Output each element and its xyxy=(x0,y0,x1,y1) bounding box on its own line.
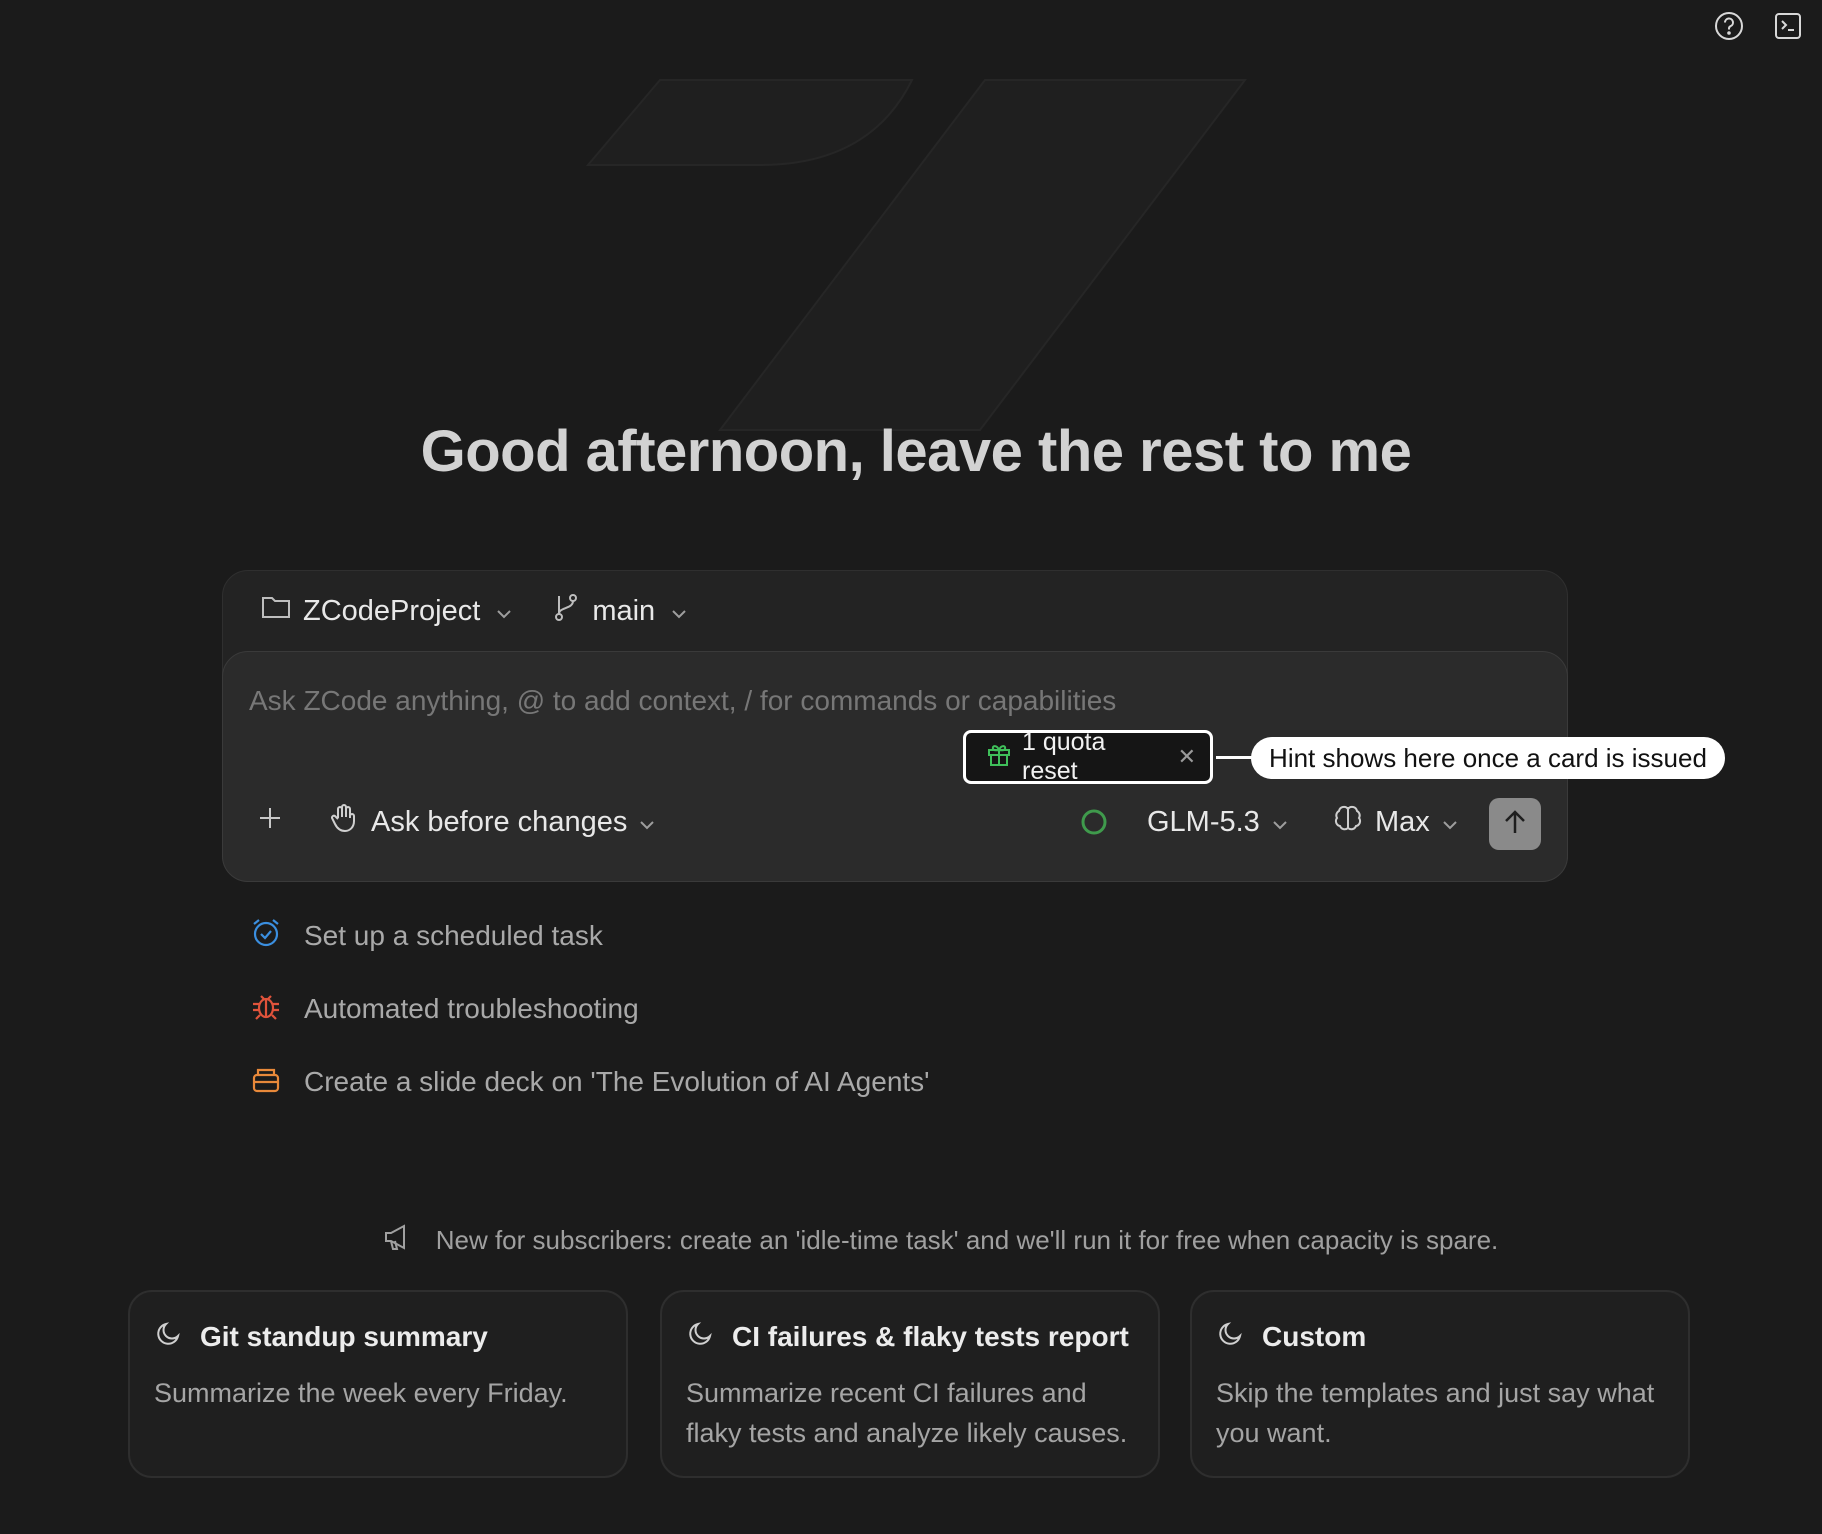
card-description: Summarize the week every Friday. xyxy=(154,1378,568,1408)
card-description: Summarize recent CI failures and flaky t… xyxy=(686,1378,1128,1448)
close-icon[interactable]: ✕ xyxy=(1178,744,1196,770)
template-card-git-standup[interactable]: Git standup summary Summarize the week e… xyxy=(128,1290,628,1478)
chevron-down-icon xyxy=(1272,806,1288,839)
quota-reset-chip[interactable]: 1 quota reset ✕ xyxy=(963,728,1213,785)
card-description: Skip the templates and just say what you… xyxy=(1216,1378,1655,1448)
suggestion-label: Automated troubleshooting xyxy=(304,993,639,1024)
greeting-title: Good afternoon, leave the rest to me xyxy=(420,419,1412,484)
plus-icon xyxy=(257,805,283,839)
suggestion-label: Create a slide deck on 'The Evolution of… xyxy=(304,1066,930,1097)
composer: ZCodeProject main Ask ZCode anything, @ … xyxy=(222,570,1568,882)
composer-header: ZCodeProject main xyxy=(223,571,1567,651)
chevron-down-icon xyxy=(1442,806,1458,839)
gift-icon xyxy=(986,741,1012,774)
alarm-clock-icon xyxy=(250,917,282,956)
mode-selector[interactable]: Ask before changes xyxy=(329,792,655,852)
effort-label: Max xyxy=(1375,805,1430,838)
template-card-custom[interactable]: Custom Skip the templates and just say w… xyxy=(1190,1290,1690,1478)
card-title: Git standup summary xyxy=(200,1320,488,1352)
status-ring-icon xyxy=(1079,792,1109,852)
background-logo xyxy=(585,79,1248,431)
model-label: GLM-5.3 xyxy=(1147,805,1260,838)
template-card-ci-failures[interactable]: CI failures & flaky tests report Summari… xyxy=(660,1290,1160,1478)
branch-name: main xyxy=(592,594,656,627)
suggestion-list: Set up a scheduled task Automated troubl… xyxy=(250,918,930,1137)
prompt-input[interactable] xyxy=(247,680,1351,722)
page: Good afternoon, leave the rest to me ZCo… xyxy=(0,0,1822,1534)
chevron-down-icon xyxy=(639,806,655,839)
terminal-icon[interactable] xyxy=(1770,8,1806,44)
folder-icon xyxy=(261,594,291,628)
chevron-down-icon xyxy=(496,595,512,628)
mode-label: Ask before changes xyxy=(371,805,628,838)
card-title: CI failures & flaky tests report xyxy=(732,1320,1129,1352)
template-cards: Git standup summary Summarize the week e… xyxy=(128,1290,1690,1480)
card-title: Custom xyxy=(1262,1320,1367,1352)
hand-icon xyxy=(329,803,359,841)
project-selector[interactable]: ZCodeProject xyxy=(261,594,512,628)
send-button[interactable] xyxy=(1489,798,1541,850)
slides-icon xyxy=(250,1063,282,1102)
suggestion-scheduled-task[interactable]: Set up a scheduled task xyxy=(250,918,930,954)
brain-icon xyxy=(1333,803,1363,841)
hint-bubble: Hint shows here once a card is issued xyxy=(1251,737,1725,779)
hint-connector xyxy=(1216,756,1252,759)
branch-selector[interactable]: main xyxy=(552,592,687,630)
suggestion-troubleshooting[interactable]: Automated troubleshooting xyxy=(250,991,930,1027)
bug-icon xyxy=(250,990,282,1029)
chevron-down-icon xyxy=(671,595,687,628)
arrow-up-icon xyxy=(1503,809,1527,840)
moon-icon xyxy=(686,1318,716,1355)
announcement-text: New for subscribers: create an 'idle-tim… xyxy=(435,1225,1499,1255)
suggestion-slide-deck[interactable]: Create a slide deck on 'The Evolution of… xyxy=(250,1064,930,1100)
moon-icon xyxy=(154,1318,184,1355)
help-circle-icon[interactable] xyxy=(1711,8,1747,44)
project-name: ZCodeProject xyxy=(303,594,481,627)
megaphone-icon xyxy=(382,1222,414,1259)
git-branch-icon xyxy=(552,592,580,630)
moon-icon xyxy=(1216,1318,1246,1355)
add-attachment-button[interactable] xyxy=(257,792,283,852)
announcement-bar: New for subscribers: create an 'idle-tim… xyxy=(0,1222,1822,1259)
model-selector[interactable]: GLM-5.3 xyxy=(1147,792,1288,852)
suggestion-label: Set up a scheduled task xyxy=(304,920,603,951)
effort-selector[interactable]: Max xyxy=(1333,792,1458,852)
quota-reset-label: 1 quota reset xyxy=(1022,728,1106,785)
composer-toolbar: Ask before changes GLM-5.3 Max xyxy=(223,792,1567,852)
